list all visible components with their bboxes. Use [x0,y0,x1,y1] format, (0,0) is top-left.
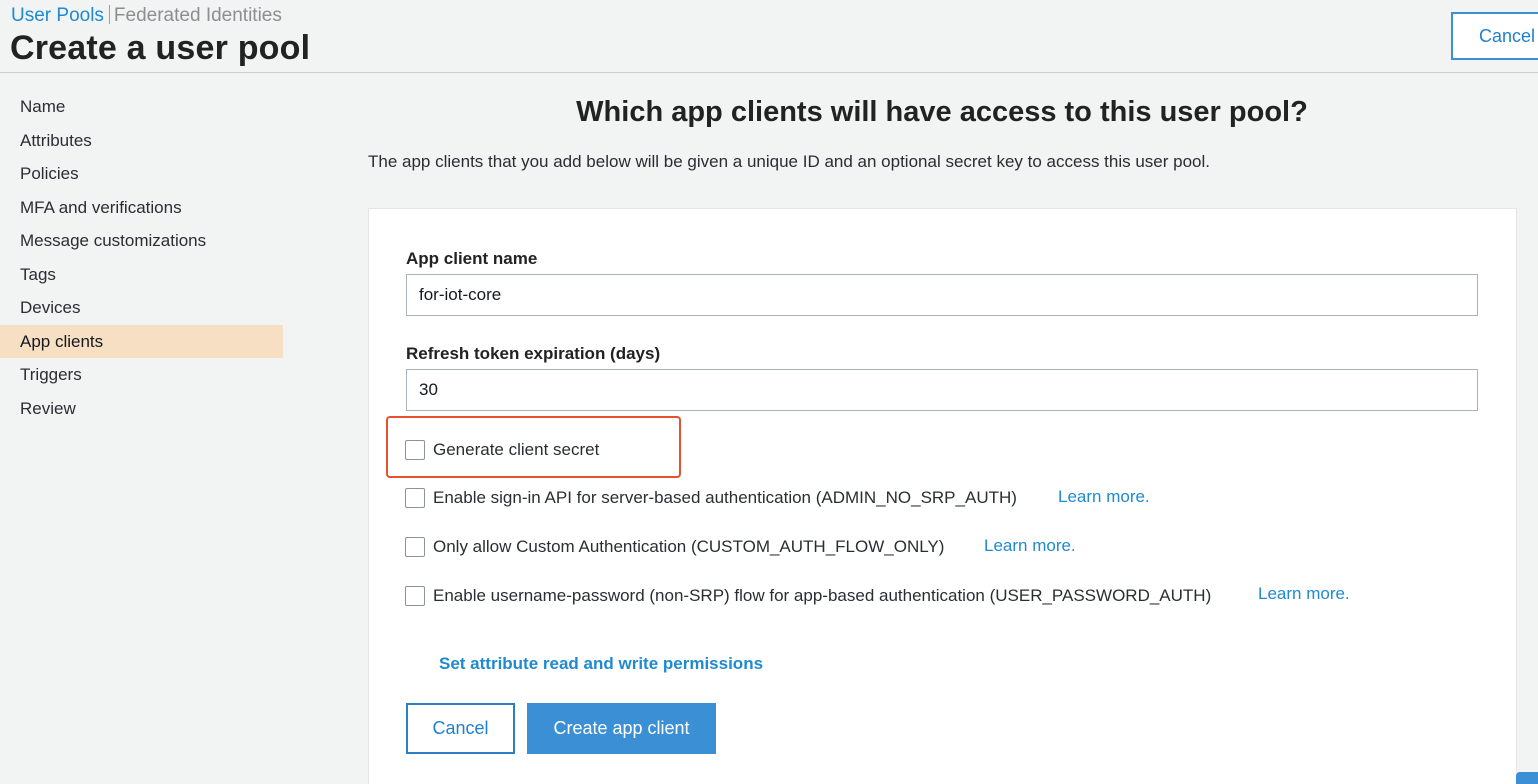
breadcrumb-divider [108,5,110,24]
section-description: The app clients that you add below will … [368,152,1211,171]
sidebar-item-app-clients[interactable]: App clients [0,324,283,358]
sidebar-item-mfa[interactable]: MFA and verifications [0,191,283,225]
section-title: Which app clients will have access to th… [576,96,1308,128]
user-password-row: Enable username-password (non-SRP) flow … [405,585,1211,607]
sidebar-item-policies[interactable]: Policies [0,157,283,191]
sidebar-item-message-customizations[interactable]: Message customizations [0,224,283,258]
app-client-name-label: App client name [406,249,538,268]
sidebar-item-attributes[interactable]: Attributes [0,124,283,158]
user-password-label: Enable username-password (non-SRP) flow … [433,586,1212,605]
generate-secret-label: Generate client secret [433,440,600,459]
custom-auth-checkbox[interactable] [405,537,425,557]
admin-no-srp-row: Enable sign-in API for server-based auth… [405,487,1017,509]
feedback-tab[interactable] [1516,772,1538,784]
custom-auth-row: Only allow Custom Authentication (CUSTOM… [405,536,944,558]
refresh-token-label: Refresh token expiration (days) [406,344,661,363]
breadcrumb-user-pools[interactable]: User Pools [11,5,104,26]
attribute-permissions-link[interactable]: Set attribute read and write permissions [439,654,763,674]
sidebar-item-devices[interactable]: Devices [0,291,283,325]
generate-secret-checkbox[interactable] [405,440,425,460]
admin-no-srp-checkbox[interactable] [405,488,425,508]
app-client-name-input[interactable] [406,274,1478,316]
sidebar-nav: Name Attributes Policies MFA and verific… [0,90,283,425]
page-title: Create a user pool [10,29,311,67]
form-cancel-button[interactable]: Cancel [406,703,515,754]
breadcrumb-federated-identities[interactable]: Federated Identities [114,5,282,26]
breadcrumb: User Pools Federated Identities [11,5,282,27]
learn-more-custom-link[interactable]: Learn more. [984,536,1076,556]
generate-secret-row: Generate client secret [405,439,599,461]
admin-no-srp-label: Enable sign-in API for server-based auth… [433,488,1017,507]
sidebar-item-tags[interactable]: Tags [0,258,283,292]
custom-auth-label: Only allow Custom Authentication (CUSTOM… [433,537,945,556]
header-cancel-button[interactable]: Cancel [1451,12,1538,60]
learn-more-admin-link[interactable]: Learn more. [1058,487,1150,507]
page-header: User Pools Federated Identities Create a … [0,0,1538,73]
create-app-client-button[interactable]: Create app client [527,703,716,754]
refresh-token-input[interactable] [406,369,1478,411]
learn-more-password-link[interactable]: Learn more. [1258,584,1350,604]
sidebar-item-name[interactable]: Name [0,90,283,124]
sidebar-item-review[interactable]: Review [0,392,283,426]
sidebar-item-triggers[interactable]: Triggers [0,358,283,392]
user-password-checkbox[interactable] [405,586,425,606]
